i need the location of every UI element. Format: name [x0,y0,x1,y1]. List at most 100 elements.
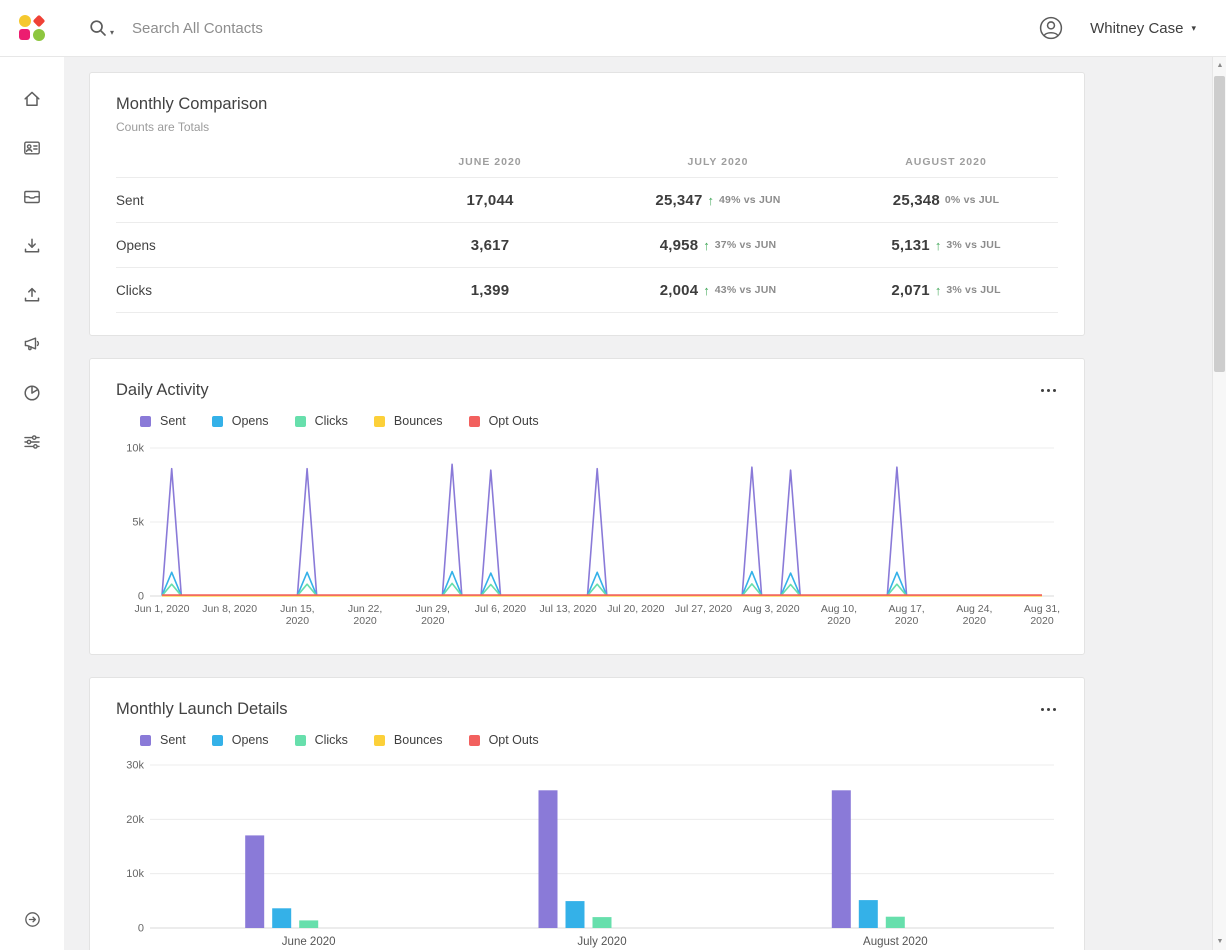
more-options-icon[interactable] [1039,702,1059,718]
app-root: ▾ Whitney Case ▾ [0,0,1226,950]
search-input[interactable] [132,19,563,37]
trend-up-icon: ↑ [934,237,942,253]
bar-clicks-july-2020 [592,917,612,928]
metric-delta: 3% vs JUL [946,284,1001,296]
monthly-launch-chart: 0 10k 20k 30k June 2020 July 2020 August 2020 [126,760,1054,948]
legend-item-opens[interactable]: Opens [211,414,269,428]
legend-label: Clicks [314,414,348,428]
more-options-icon[interactable] [1039,383,1059,399]
sidebar-item-reports[interactable] [0,368,64,417]
bar-opens-june-2020 [272,908,292,928]
home-icon [24,91,40,106]
comparison-header-row: JUNE 2020 JULY 2020 AUGUST 2020 [116,146,1058,178]
sidebar-item-contacts[interactable] [0,123,64,172]
bar-sent-july-2020 [538,790,558,928]
bar-clicks-june-2020 [299,920,319,928]
metric-cell: 25,347 ↑ 49% vs JUN [604,192,832,209]
scrollbar-down-arrow[interactable]: ▼ [1213,934,1226,949]
metric-delta: 43% vs JUN [714,284,777,296]
daily-activity-card: Daily Activity Sent Opens Clicks Bounces Opt… [89,358,1085,655]
svg-text:Jul 6, 2020: Jul 6, 2020 [475,603,527,615]
svg-text:0: 0 [138,591,144,603]
metric-cell: 5,131 ↑ 3% vs JUL [832,237,1060,254]
metric-cell: 3,617 [376,237,604,254]
comparison-table: JUNE 2020 JULY 2020 AUGUST 2020 Sent 17,044… [116,146,1058,313]
metric-value: 25,347 [655,191,703,209]
metric-cell: 25,348 0% vs JUL [832,192,1060,209]
svg-text:Aug 10,2020: Aug 10, 2020 [821,603,857,627]
metric-value: 2,071 [891,281,930,299]
vertical-scrollbar[interactable]: ▲ ▼ [1212,57,1226,950]
metric-value: 2,004 [659,281,699,299]
monthly-launch-card: Monthly Launch Details Sent Opens Clicks Bo… [89,677,1085,950]
legend-item-opt-outs[interactable]: Opt Outs [468,414,539,428]
legend-swatch-icon [294,734,306,746]
upload-icon [24,287,40,302]
metric-cell: 2,071 ↑ 3% vs JUL [832,282,1060,299]
user-menu[interactable]: Whitney Case ▾ [1090,20,1196,37]
svg-text:July 2020: July 2020 [577,936,626,948]
legend-swatch-icon [373,734,385,746]
svg-text:June 2020: June 2020 [282,936,336,948]
svg-text:30k: 30k [126,760,144,772]
megaphone-icon [24,337,40,350]
svg-text:Jul 13, 2020: Jul 13, 2020 [540,603,597,615]
search-icon[interactable] [88,18,108,38]
svg-text:August 2020: August 2020 [863,936,928,948]
legend-item-sent[interactable]: Sent [140,733,186,747]
legend-item-clicks[interactable]: Clicks [294,414,348,428]
trend-up-icon: ↑ [934,282,942,298]
search-scope-caret-icon[interactable]: ▾ [110,28,114,37]
sidebar-item-inbox[interactable] [0,172,64,221]
scrollbar-thumb[interactable] [1214,76,1225,372]
legend-label: Opt Outs [488,414,539,428]
svg-text:Jun 15,2020: Jun 15, 2020 [280,603,314,627]
trend-up-icon: ↑ [703,282,710,298]
legend-label: Bounces [393,414,443,428]
logout-icon [24,912,40,927]
metric-value: 4,958 [659,236,699,254]
trend-up-icon: ↑ [707,192,715,208]
metric-value: 5,131 [891,236,930,254]
legend-swatch-icon [468,734,480,746]
metric-cell: 4,958 ↑ 37% vs JUN [604,237,832,254]
comparison-row-sent: Sent 17,044 25,347 ↑ 49% vs JUN 25,348 0% vs J… [116,178,1058,223]
legend-label: Bounces [393,733,443,747]
app-logo[interactable] [0,12,64,44]
legend-label: Opens [231,733,269,747]
metric-cell: 17,044 [376,192,604,209]
series-line-opens [161,570,1042,597]
svg-text:Aug 24,2020: Aug 24, 2020 [956,603,992,627]
legend-item-clicks[interactable]: Clicks [294,733,348,747]
legend-item-bounces[interactable]: Bounces [373,733,443,747]
sidebar-item-announcements[interactable] [0,319,64,368]
legend-label: Clicks [314,733,348,747]
sidebar-item-import[interactable] [0,221,64,270]
sidebar-item-settings[interactable] [0,417,64,466]
svg-text:0: 0 [138,923,144,935]
trend-up-icon: ↑ [703,237,710,253]
svg-text:Aug 3, 2020: Aug 3, 2020 [743,603,800,615]
main-content: Monthly Comparison Counts are Totals JUN… [64,57,1212,950]
legend-item-opt-outs[interactable]: Opt Outs [468,733,539,747]
metric-value: 1,399 [470,281,510,299]
legend-item-opens[interactable]: Opens [211,733,269,747]
legend-label: Sent [160,733,186,747]
legend-item-sent[interactable]: Sent [140,414,186,428]
daily-activity-legend: Sent Opens Clicks Bounces Opt Outs [140,414,1058,428]
metric-value: 3,617 [470,236,510,254]
scrollbar-up-arrow[interactable]: ▲ [1213,58,1226,73]
series-line-sent [161,463,1042,597]
sidebar-item-home[interactable] [0,74,64,123]
sidebar-item-logout[interactable] [0,895,64,944]
legend-item-bounces[interactable]: Bounces [373,414,443,428]
daily-activity-chart: 0 5k 10k Jun 1, 2020 Jun 8, 2020 Jun 15, 2020 J… [126,443,1060,628]
contact-card-icon [24,140,40,155]
bar-opens-august-2020 [858,900,878,928]
search-bar[interactable]: ▾ [88,18,1038,38]
svg-text:Jul 20, 2020: Jul 20, 2020 [607,603,664,615]
account-icon[interactable] [1038,15,1064,41]
legend-label: Sent [160,414,186,428]
metric-delta: 0% vs JUL [944,194,1000,206]
sidebar-item-export[interactable] [0,270,64,319]
